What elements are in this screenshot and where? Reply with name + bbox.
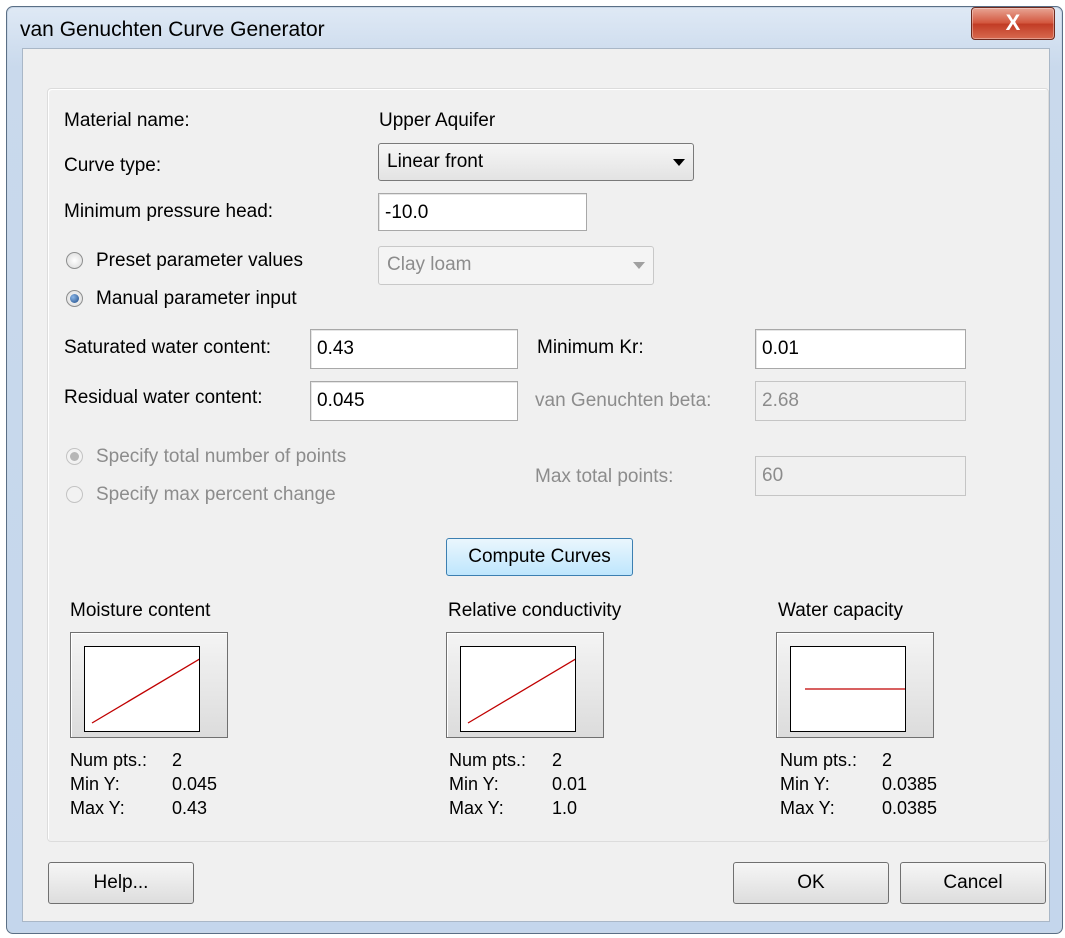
window-title: van Genuchten Curve Generator [20,18,325,41]
minimum-kr-input[interactable]: 0.01 [755,329,966,369]
conductivity-min-y-label: Min Y: [449,774,499,794]
manual-parameter-label: Manual parameter input [96,288,297,309]
total-points-radio-label: Specify total number of points [96,446,347,467]
moisture-min-y-label: Min Y: [70,774,120,794]
close-button[interactable]: X [971,7,1055,40]
capacity-num-pts-value: 2 [882,750,893,770]
preset-parameter-radio[interactable] [66,252,83,269]
manual-parameter-radio[interactable] [66,290,83,307]
compute-curves-button[interactable]: Compute Curves [446,538,633,576]
help-button[interactable]: Help... [48,862,194,904]
moisture-max-y-value: 0.43 [172,798,208,818]
moisture-min-y-value: 0.045 [172,774,218,794]
moisture-max-y-label: Max Y: [70,798,125,818]
relative-conductivity-title: Relative conductivity [448,600,622,621]
dropdown-arrow-icon [633,262,645,269]
moisture-content-title: Moisture content [70,600,211,621]
total-points-radio[interactable] [66,448,83,465]
relative-conductivity-plot [460,646,576,732]
moisture-num-pts-value: 2 [172,750,183,770]
capacity-num-pts-label: Num pts.: [780,750,858,770]
preset-parameter-label: Preset parameter values [96,250,303,271]
preset-values-dropdown[interactable]: Clay loam [378,246,654,285]
max-percent-radio[interactable] [66,486,83,503]
moisture-num-pts-label: Num pts.: [70,750,148,770]
van-genuchten-beta-label: van Genuchten beta: [535,390,712,411]
dropdown-arrow-icon [673,159,685,166]
van-genuchten-beta-input[interactable]: 2.68 [755,381,966,421]
water-capacity-plot-button[interactable] [776,632,934,738]
ok-button[interactable]: OK [733,862,889,904]
water-capacity-plot [790,646,906,732]
moisture-content-plot [84,646,200,732]
capacity-min-y-label: Min Y: [780,774,830,794]
conductivity-max-y-label: Max Y: [449,798,504,818]
capacity-min-y-value: 0.0385 [882,774,938,794]
preset-values-value: Clay loam [387,254,472,275]
capacity-max-y-label: Max Y: [780,798,835,818]
conductivity-min-y-value: 0.01 [552,774,588,794]
conductivity-num-pts-label: Num pts.: [449,750,527,770]
material-name-value: Upper Aquifer [379,110,496,131]
minimum-kr-label: Minimum Kr: [537,337,644,358]
relative-conductivity-plot-button[interactable] [446,632,604,738]
max-total-points-label: Max total points: [535,466,674,487]
saturated-water-content-label: Saturated water content: [64,337,272,358]
curve-type-dropdown[interactable]: Linear front [378,143,694,181]
water-capacity-title: Water capacity [778,600,903,621]
cancel-button[interactable]: Cancel [900,862,1046,904]
residual-water-content-input[interactable]: 0.045 [310,381,518,421]
conductivity-max-y-value: 1.0 [552,798,578,818]
max-percent-radio-label: Specify max percent change [96,484,336,505]
curve-type-value: Linear front [387,151,484,172]
moisture-content-curve-icon [91,658,199,724]
moisture-content-plot-button[interactable] [70,632,228,738]
water-capacity-curve-icon [805,688,905,690]
min-pressure-head-label: Minimum pressure head: [64,201,274,222]
conductivity-num-pts-value: 2 [552,750,563,770]
min-pressure-head-input[interactable]: -10.0 [378,193,587,231]
residual-water-content-label: Residual water content: [64,387,263,408]
material-name-label: Material name: [64,110,190,131]
max-total-points-input[interactable]: 60 [755,456,966,496]
saturated-water-content-input[interactable]: 0.43 [310,329,518,369]
relative-conductivity-curve-icon [467,658,575,724]
curve-type-label: Curve type: [64,155,162,176]
capacity-max-y-value: 0.0385 [882,798,938,818]
